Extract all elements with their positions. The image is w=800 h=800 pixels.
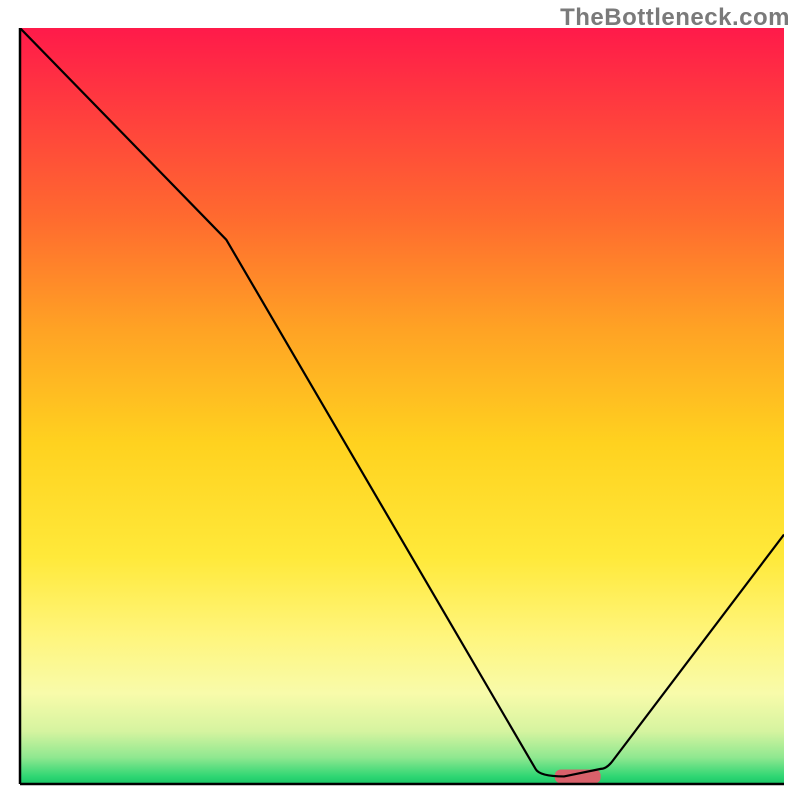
chart-container: TheBottleneck.com [0, 0, 800, 800]
watermark-text: TheBottleneck.com [560, 4, 790, 32]
chart-svg [0, 0, 800, 800]
gradient-background [20, 28, 784, 784]
plot-area [20, 28, 784, 784]
